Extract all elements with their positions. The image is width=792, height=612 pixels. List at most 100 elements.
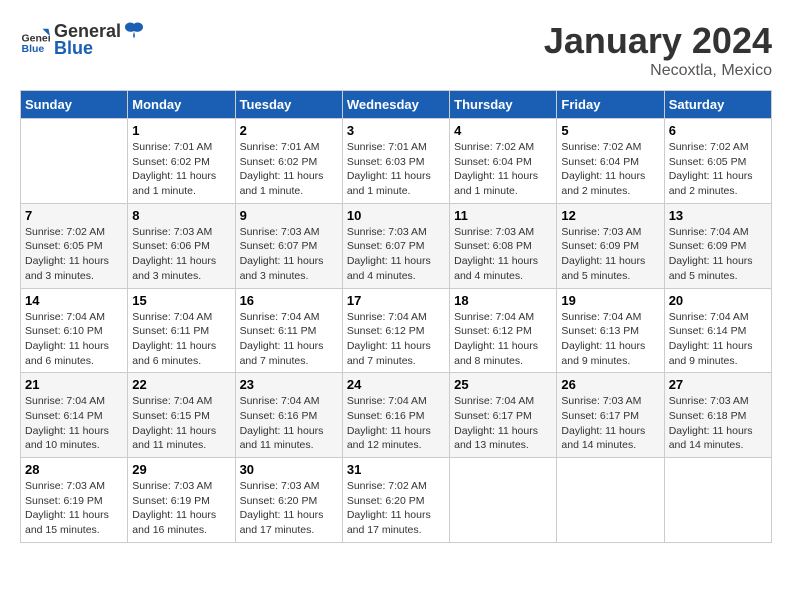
calendar-cell: 7Sunrise: 7:02 AM Sunset: 6:05 PM Daylig… <box>21 203 128 288</box>
calendar-cell: 11 Sunrise: 7:03 AM Sunset: 6:08 PM Dayli… <box>450 203 557 288</box>
day-info: Sunrise: 7:01 AM Sunset: 6:02 PM Dayligh… <box>132 140 230 199</box>
day-number: 10 <box>347 208 445 223</box>
day-info: Sunrise: 7:02 AM Sunset: 6:05 PM Dayligh… <box>669 140 767 199</box>
day-number: 29 <box>132 462 230 477</box>
day-number: 20 <box>669 293 767 308</box>
calendar-cell: 17 Sunrise: 7:04 AM Sunset: 6:12 PM Dayli… <box>342 288 449 373</box>
day-info: Sunrise: 7:03 AM Sunset: 6:20 PM Dayligh… <box>240 479 338 538</box>
calendar-cell: 18 Sunrise: 7:04 AM Sunset: 6:12 PM Dayli… <box>450 288 557 373</box>
day-info: Sunrise: 7:03 AM Sunset: 6:07 PM Dayligh… <box>240 225 338 284</box>
calendar-cell: 1 Sunrise: 7:01 AM Sunset: 6:02 PM Daylig… <box>128 119 235 204</box>
calendar-cell: 3Sunrise: 7:01 AM Sunset: 6:03 PM Daylig… <box>342 119 449 204</box>
day-info: Sunrise: 7:01 AM Sunset: 6:02 PM Dayligh… <box>240 140 338 199</box>
calendar-cell: 23Sunrise: 7:04 AM Sunset: 6:16 PM Dayli… <box>235 373 342 458</box>
day-number: 18 <box>454 293 552 308</box>
calendar-cell: 29 Sunrise: 7:03 AM Sunset: 6:19 PM Dayli… <box>128 458 235 543</box>
day-number: 25 <box>454 377 552 392</box>
day-number: 15 <box>132 293 230 308</box>
day-number: 31 <box>347 462 445 477</box>
day-info: Sunrise: 7:04 AM Sunset: 6:15 PM Dayligh… <box>132 394 230 453</box>
weekday-header-friday: Friday <box>557 91 664 119</box>
calendar-cell <box>21 119 128 204</box>
calendar-week-row: 14Sunrise: 7:04 AM Sunset: 6:10 PM Dayli… <box>21 288 772 373</box>
weekday-header-tuesday: Tuesday <box>235 91 342 119</box>
calendar-cell: 6 Sunrise: 7:02 AM Sunset: 6:05 PM Daylig… <box>664 119 771 204</box>
day-number: 21 <box>25 377 123 392</box>
day-info: Sunrise: 7:04 AM Sunset: 6:10 PM Dayligh… <box>25 310 123 369</box>
calendar-cell: 22 Sunrise: 7:04 AM Sunset: 6:15 PM Dayli… <box>128 373 235 458</box>
day-info: Sunrise: 7:03 AM Sunset: 6:17 PM Dayligh… <box>561 394 659 453</box>
calendar-cell: 10Sunrise: 7:03 AM Sunset: 6:07 PM Dayli… <box>342 203 449 288</box>
day-info: Sunrise: 7:02 AM Sunset: 6:04 PM Dayligh… <box>561 140 659 199</box>
calendar-cell: 21 Sunrise: 7:04 AM Sunset: 6:14 PM Dayli… <box>21 373 128 458</box>
day-number: 13 <box>669 208 767 223</box>
weekday-header-thursday: Thursday <box>450 91 557 119</box>
day-info: Sunrise: 7:04 AM Sunset: 6:11 PM Dayligh… <box>240 310 338 369</box>
day-info: Sunrise: 7:04 AM Sunset: 6:12 PM Dayligh… <box>454 310 552 369</box>
day-info: Sunrise: 7:03 AM Sunset: 6:19 PM Dayligh… <box>132 479 230 538</box>
calendar-cell: 8 Sunrise: 7:03 AM Sunset: 6:06 PM Daylig… <box>128 203 235 288</box>
calendar-cell: 14Sunrise: 7:04 AM Sunset: 6:10 PM Dayli… <box>21 288 128 373</box>
day-info: Sunrise: 7:03 AM Sunset: 6:18 PM Dayligh… <box>669 394 767 453</box>
day-number: 5 <box>561 123 659 138</box>
calendar-week-row: 1 Sunrise: 7:01 AM Sunset: 6:02 PM Daylig… <box>21 119 772 204</box>
month-title: January 2024 <box>544 20 772 62</box>
title-area: January 2024 Necoxtla, Mexico <box>544 20 772 80</box>
day-number: 12 <box>561 208 659 223</box>
calendar-body: 1 Sunrise: 7:01 AM Sunset: 6:02 PM Daylig… <box>21 119 772 543</box>
day-info: Sunrise: 7:04 AM Sunset: 6:16 PM Dayligh… <box>240 394 338 453</box>
day-info: Sunrise: 7:02 AM Sunset: 6:20 PM Dayligh… <box>347 479 445 538</box>
day-number: 26 <box>561 377 659 392</box>
calendar-cell <box>557 458 664 543</box>
day-info: Sunrise: 7:04 AM Sunset: 6:16 PM Dayligh… <box>347 394 445 453</box>
location-title: Necoxtla, Mexico <box>544 62 772 80</box>
weekday-header-sunday: Sunday <box>21 91 128 119</box>
day-number: 17 <box>347 293 445 308</box>
calendar-cell <box>664 458 771 543</box>
day-number: 30 <box>240 462 338 477</box>
svg-text:Blue: Blue <box>22 43 45 55</box>
day-number: 1 <box>132 123 230 138</box>
calendar-cell: 19Sunrise: 7:04 AM Sunset: 6:13 PM Dayli… <box>557 288 664 373</box>
calendar-week-row: 21 Sunrise: 7:04 AM Sunset: 6:14 PM Dayli… <box>21 373 772 458</box>
calendar-cell: 28 Sunrise: 7:03 AM Sunset: 6:19 PM Dayli… <box>21 458 128 543</box>
calendar-cell: 27Sunrise: 7:03 AM Sunset: 6:18 PM Dayli… <box>664 373 771 458</box>
day-info: Sunrise: 7:04 AM Sunset: 6:12 PM Dayligh… <box>347 310 445 369</box>
calendar-week-row: 28 Sunrise: 7:03 AM Sunset: 6:19 PM Dayli… <box>21 458 772 543</box>
calendar-cell: 25Sunrise: 7:04 AM Sunset: 6:17 PM Dayli… <box>450 373 557 458</box>
weekday-header-row: SundayMondayTuesdayWednesdayThursdayFrid… <box>21 91 772 119</box>
day-number: 28 <box>25 462 123 477</box>
calendar-cell <box>450 458 557 543</box>
day-info: Sunrise: 7:03 AM Sunset: 6:06 PM Dayligh… <box>132 225 230 284</box>
logo: General Blue General Blue <box>20 20 145 59</box>
calendar-cell: 9Sunrise: 7:03 AM Sunset: 6:07 PM Daylig… <box>235 203 342 288</box>
day-number: 11 <box>454 208 552 223</box>
day-number: 22 <box>132 377 230 392</box>
day-number: 2 <box>240 123 338 138</box>
calendar-cell: 24 Sunrise: 7:04 AM Sunset: 6:16 PM Dayli… <box>342 373 449 458</box>
day-number: 24 <box>347 377 445 392</box>
day-info: Sunrise: 7:04 AM Sunset: 6:11 PM Dayligh… <box>132 310 230 369</box>
calendar-cell: 5 Sunrise: 7:02 AM Sunset: 6:04 PM Daylig… <box>557 119 664 204</box>
day-number: 16 <box>240 293 338 308</box>
calendar-cell: 16 Sunrise: 7:04 AM Sunset: 6:11 PM Dayli… <box>235 288 342 373</box>
calendar-week-row: 7Sunrise: 7:02 AM Sunset: 6:05 PM Daylig… <box>21 203 772 288</box>
day-info: Sunrise: 7:02 AM Sunset: 6:05 PM Dayligh… <box>25 225 123 284</box>
day-number: 6 <box>669 123 767 138</box>
day-info: Sunrise: 7:03 AM Sunset: 6:08 PM Dayligh… <box>454 225 552 284</box>
day-info: Sunrise: 7:03 AM Sunset: 6:09 PM Dayligh… <box>561 225 659 284</box>
calendar-cell: 20Sunrise: 7:04 AM Sunset: 6:14 PM Dayli… <box>664 288 771 373</box>
calendar-cell: 4Sunrise: 7:02 AM Sunset: 6:04 PM Daylig… <box>450 119 557 204</box>
calendar-table: SundayMondayTuesdayWednesdayThursdayFrid… <box>20 90 772 543</box>
logo-icon: General Blue <box>20 25 50 55</box>
logo-bird-icon <box>123 20 145 42</box>
day-info: Sunrise: 7:02 AM Sunset: 6:04 PM Dayligh… <box>454 140 552 199</box>
calendar-cell: 15 Sunrise: 7:04 AM Sunset: 6:11 PM Dayli… <box>128 288 235 373</box>
page-header: General Blue General Blue January 2024 N… <box>20 20 772 80</box>
weekday-header-monday: Monday <box>128 91 235 119</box>
day-info: Sunrise: 7:04 AM Sunset: 6:14 PM Dayligh… <box>25 394 123 453</box>
day-info: Sunrise: 7:01 AM Sunset: 6:03 PM Dayligh… <box>347 140 445 199</box>
day-info: Sunrise: 7:03 AM Sunset: 6:19 PM Dayligh… <box>25 479 123 538</box>
day-number: 8 <box>132 208 230 223</box>
weekday-header-saturday: Saturday <box>664 91 771 119</box>
